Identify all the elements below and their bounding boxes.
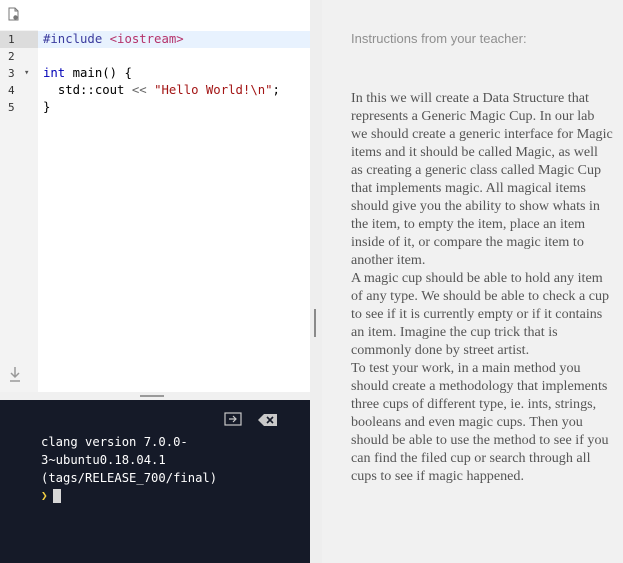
download-icon[interactable] xyxy=(8,365,22,383)
code-editor[interactable]: 1 2 3 ▾ 4 5 #include <iostream> int main… xyxy=(0,0,310,392)
gutter-line-3: 3 ▾ xyxy=(0,65,38,82)
line-number: 5 xyxy=(8,101,15,114)
splitter-grip[interactable] xyxy=(140,395,164,397)
cout-identifier: std::cout xyxy=(57,83,125,97)
vertical-splitter-grip[interactable] xyxy=(314,309,316,337)
line-number: 4 xyxy=(8,84,15,97)
terminal-line: 3~ubuntu0.18.04.1 xyxy=(41,453,166,467)
file-icon[interactable] xyxy=(8,7,19,21)
line-number: 2 xyxy=(8,50,15,63)
code-line-5[interactable]: } xyxy=(43,99,309,116)
line-number: 3 xyxy=(8,67,15,80)
terminal-prompt[interactable]: ❯ xyxy=(41,487,301,505)
instructions-body: In this we will create a Data Structure … xyxy=(351,89,613,485)
include-header: <iostream> xyxy=(109,32,184,46)
panel-tab[interactable] xyxy=(409,0,519,4)
line-number: 1 xyxy=(8,33,15,46)
gutter-line-4: 4 xyxy=(0,82,38,99)
closing-brace: } xyxy=(43,100,51,114)
instruction-paragraph: A magic cup should be able to hold any i… xyxy=(351,270,610,358)
code-line-3[interactable]: int main() { xyxy=(43,65,309,82)
code-line-4[interactable]: std::cout << "Hello World!\n"; xyxy=(43,82,309,99)
string-literal: "Hello World!\n" xyxy=(154,83,273,97)
terminal-line: (tags/RELEASE_700/final) xyxy=(41,471,218,485)
include-directive: #include xyxy=(43,32,103,46)
semicolon: ; xyxy=(272,83,280,97)
clear-terminal-icon[interactable] xyxy=(258,414,278,426)
horizontal-splitter[interactable] xyxy=(0,392,310,400)
main-signature: main() { xyxy=(65,66,132,80)
vertical-splitter[interactable] xyxy=(310,0,322,563)
code-area[interactable]: #include <iostream> int main() { std::co… xyxy=(43,31,309,116)
terminal-toggle-icon[interactable] xyxy=(224,412,242,426)
instruction-paragraph: To test your work, in a main method you … xyxy=(351,360,609,484)
type-keyword: int xyxy=(43,66,66,80)
gutter-line-2: 2 xyxy=(0,48,38,65)
fold-arrow-icon[interactable]: ▾ xyxy=(24,65,29,82)
code-line-1[interactable]: #include <iostream> xyxy=(43,31,309,48)
gutter-line-1: 1 xyxy=(0,31,38,48)
terminal-panel[interactable]: clang version 7.0.0- 3~ubuntu0.18.04.1 (… xyxy=(0,400,310,563)
terminal-output[interactable]: clang version 7.0.0- 3~ubuntu0.18.04.1 (… xyxy=(41,433,301,505)
instructions-panel: Instructions from your teacher: In this … xyxy=(322,0,623,563)
code-line-2[interactable] xyxy=(43,48,309,65)
instruction-paragraph: In this we will create a Data Structure … xyxy=(351,90,613,268)
gutter-line-5: 5 xyxy=(0,99,38,116)
prompt-chevron-icon: ❯ xyxy=(41,489,48,502)
stream-operator: << xyxy=(124,83,155,97)
terminal-line: clang version 7.0.0- xyxy=(41,435,188,449)
terminal-cursor xyxy=(52,489,61,503)
instructions-header: Instructions from your teacher: xyxy=(351,31,527,46)
editor-toolbar xyxy=(0,0,310,30)
